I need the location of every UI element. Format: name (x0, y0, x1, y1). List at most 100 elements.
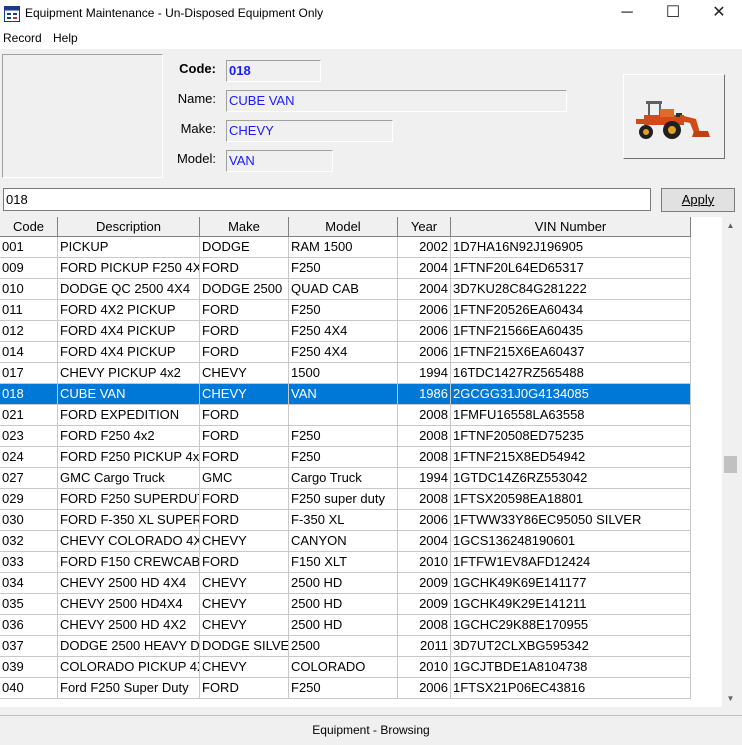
cell-code: 040 (0, 678, 58, 699)
cell-description: CUBE VAN (58, 384, 200, 405)
equipment-image-button[interactable] (623, 74, 725, 159)
cell-code: 024 (0, 447, 58, 468)
table-row[interactable]: 034 CHEVY 2500 HD 4X4 CHEVY 2500 HD 2009 1GCH… (0, 573, 722, 594)
cell-model: Cargo Truck (289, 468, 398, 489)
cell-description: FORD F-350 XL SUPER DUTY (58, 510, 200, 531)
table-row[interactable]: 001 PICKUP DODGE RAM 1500 2002 1D7HA16N92J196… (0, 237, 722, 258)
table-row[interactable]: 018 CUBE VAN CHEVY VAN 1986 2GCGG31J0G4134085 (0, 384, 722, 405)
table-row[interactable]: 010 DODGE QC 2500 4X4 DODGE 2500 QUAD CAB 20… (0, 279, 722, 300)
table-row[interactable]: 024 FORD F250 PICKUP 4x4 FORD F250 2008 1FTNF… (0, 447, 722, 468)
table-row[interactable]: 014 FORD 4X4 PICKUP FORD F250 4X4 2006 1FTNF2… (0, 342, 722, 363)
make-field[interactable]: CHEVY (226, 120, 393, 142)
cell-make: FORD (200, 447, 289, 468)
cell-vin: 1GCHK49K69E141177 (451, 573, 691, 594)
cell-year: 2010 (398, 552, 451, 573)
close-button[interactable]: ✕ (696, 0, 742, 28)
table-row[interactable]: 036 CHEVY 2500 HD 4X2 CHEVY 2500 HD 2008 1GCH… (0, 615, 722, 636)
cell-model: F250 super duty (289, 489, 398, 510)
cell-model: F250 (289, 258, 398, 279)
cell-description: DODGE QC 2500 4X4 (58, 279, 200, 300)
apply-button[interactable]: Apply (661, 188, 735, 212)
cell-year: 2006 (398, 300, 451, 321)
cell-year: 2004 (398, 279, 451, 300)
cell-vin: 1FMFU16558LA63558 (451, 405, 691, 426)
table-row[interactable]: 023 FORD F250 4x2 FORD F250 2008 1FTNF20508ED… (0, 426, 722, 447)
cell-model: F150 XLT (289, 552, 398, 573)
minimize-button[interactable]: ─ (604, 0, 650, 28)
cell-year: 2006 (398, 342, 451, 363)
maximize-button[interactable]: ☐ (650, 0, 696, 28)
table-row[interactable]: 040 Ford F250 Super Duty FORD F250 2006 1FTS… (0, 678, 722, 699)
table-row[interactable]: 021 FORD EXPEDITION FORD 2008 1FMFU16558LA63… (0, 405, 722, 426)
cell-description: FORD F150 CREWCAB (58, 552, 200, 573)
scroll-up-icon[interactable]: ▲ (722, 217, 739, 234)
cell-make: GMC (200, 468, 289, 489)
cell-description: CHEVY 2500 HD4X4 (58, 594, 200, 615)
cell-description: FORD F250 SUPERDUTY (58, 489, 200, 510)
table-row[interactable]: 009 FORD PICKUP F250 4X4 FORD F250 2004 1FTNF… (0, 258, 722, 279)
model-field[interactable]: VAN (226, 150, 333, 172)
cell-model: F-350 XL (289, 510, 398, 531)
cell-vin: 1GCJTBDE1A8104738 (451, 657, 691, 678)
cell-description: FORD 4X4 PICKUP (58, 321, 200, 342)
cell-make: FORD (200, 405, 289, 426)
column-header-model[interactable]: Model (289, 217, 398, 237)
cell-year: 1994 (398, 468, 451, 489)
horizontal-scrollbar[interactable] (0, 707, 722, 715)
cell-model (289, 405, 398, 426)
cell-code: 035 (0, 594, 58, 615)
cell-description: FORD PICKUP F250 4X4 (58, 258, 200, 279)
cell-make: FORD (200, 258, 289, 279)
menu-help[interactable]: Help (53, 31, 78, 45)
column-header-description[interactable]: Description (58, 217, 200, 237)
cell-make: CHEVY (200, 363, 289, 384)
cell-year: 2008 (398, 426, 451, 447)
cell-model: 2500 (289, 636, 398, 657)
vertical-scrollbar[interactable]: ▲ ▼ (722, 217, 739, 707)
scroll-down-icon[interactable]: ▼ (722, 690, 739, 707)
grid-header: Code Description Make Model Year VIN Number (0, 217, 722, 237)
table-row[interactable]: 035 CHEVY 2500 HD4X4 CHEVY 2500 HD 2009 1GCHK… (0, 594, 722, 615)
menu-record[interactable]: Record (3, 31, 42, 45)
name-field[interactable]: CUBE VAN (226, 90, 567, 112)
cell-vin: 1FTNF20526EA60434 (451, 300, 691, 321)
cell-make: FORD (200, 321, 289, 342)
cell-model: F250 (289, 447, 398, 468)
cell-make: FORD (200, 426, 289, 447)
cell-description: FORD F250 4x2 (58, 426, 200, 447)
cell-model: 1500 (289, 363, 398, 384)
cell-model: F250 (289, 300, 398, 321)
cell-make: FORD (200, 300, 289, 321)
table-row[interactable]: 012 FORD 4X4 PICKUP FORD F250 4X4 2006 1FTNF2… (0, 321, 722, 342)
code-field[interactable]: 018 (226, 60, 321, 82)
cell-make: FORD (200, 678, 289, 699)
table-row[interactable]: 029 FORD F250 SUPERDUTY FORD F250 super dut… (0, 489, 722, 510)
table-row[interactable]: 030FORD F-350 XL SUPER DUTYFORDF-350 XL2… (0, 510, 722, 531)
column-header-vin[interactable]: VIN Number (451, 217, 691, 237)
scroll-thumb[interactable] (724, 456, 737, 473)
cell-code: 023 (0, 426, 58, 447)
tractor-icon (636, 101, 710, 139)
table-row[interactable]: 027 GMC Cargo Truck GMC Cargo Truck 1994 1GTD… (0, 468, 722, 489)
table-row[interactable]: 033 FORD F150 CREWCAB FORD F150 XLT 2010 1FT… (0, 552, 722, 573)
column-header-year[interactable]: Year (398, 217, 451, 237)
equipment-photo (2, 54, 163, 178)
cell-description: DODGE 2500 HEAVY DUTY (58, 636, 200, 657)
cell-description: FORD 4X2 PICKUP (58, 300, 200, 321)
table-row[interactable]: 032 CHEVY COLORADO 4X4 CHEVY CANYON 2004 1GCS… (0, 531, 722, 552)
table-row[interactable]: 017 CHEVY PICKUP 4x2 CHEVY 1500 1994 16TDC142… (0, 363, 722, 384)
table-row[interactable]: 037DODGE 2500 HEAVY DUTYDODGE SILVERADO2… (0, 636, 722, 657)
cell-code: 014 (0, 342, 58, 363)
table-row[interactable]: 011 FORD 4X2 PICKUP FORD F250 2006 1FTNF20526… (0, 300, 722, 321)
cell-description: CHEVY COLORADO 4X4 (58, 531, 200, 552)
cell-code: 018 (0, 384, 58, 405)
search-input[interactable]: 018 (3, 188, 651, 211)
cell-vin: 1D7HA16N92J196905 (451, 237, 691, 258)
column-header-make[interactable]: Make (200, 217, 289, 237)
equipment-grid: Code Description Make Model Year VIN Number 0… (0, 217, 722, 707)
cell-vin: 1FTNF20508ED75235 (451, 426, 691, 447)
cell-vin: 1FTSX20598EA18801 (451, 489, 691, 510)
cell-vin: 3D7UT2CLXBG595342 (451, 636, 691, 657)
column-header-code[interactable]: Code (0, 217, 58, 237)
table-row[interactable]: 039 COLORADO PICKUP 4X4 CHEVY COLORADO 2010 1… (0, 657, 722, 678)
